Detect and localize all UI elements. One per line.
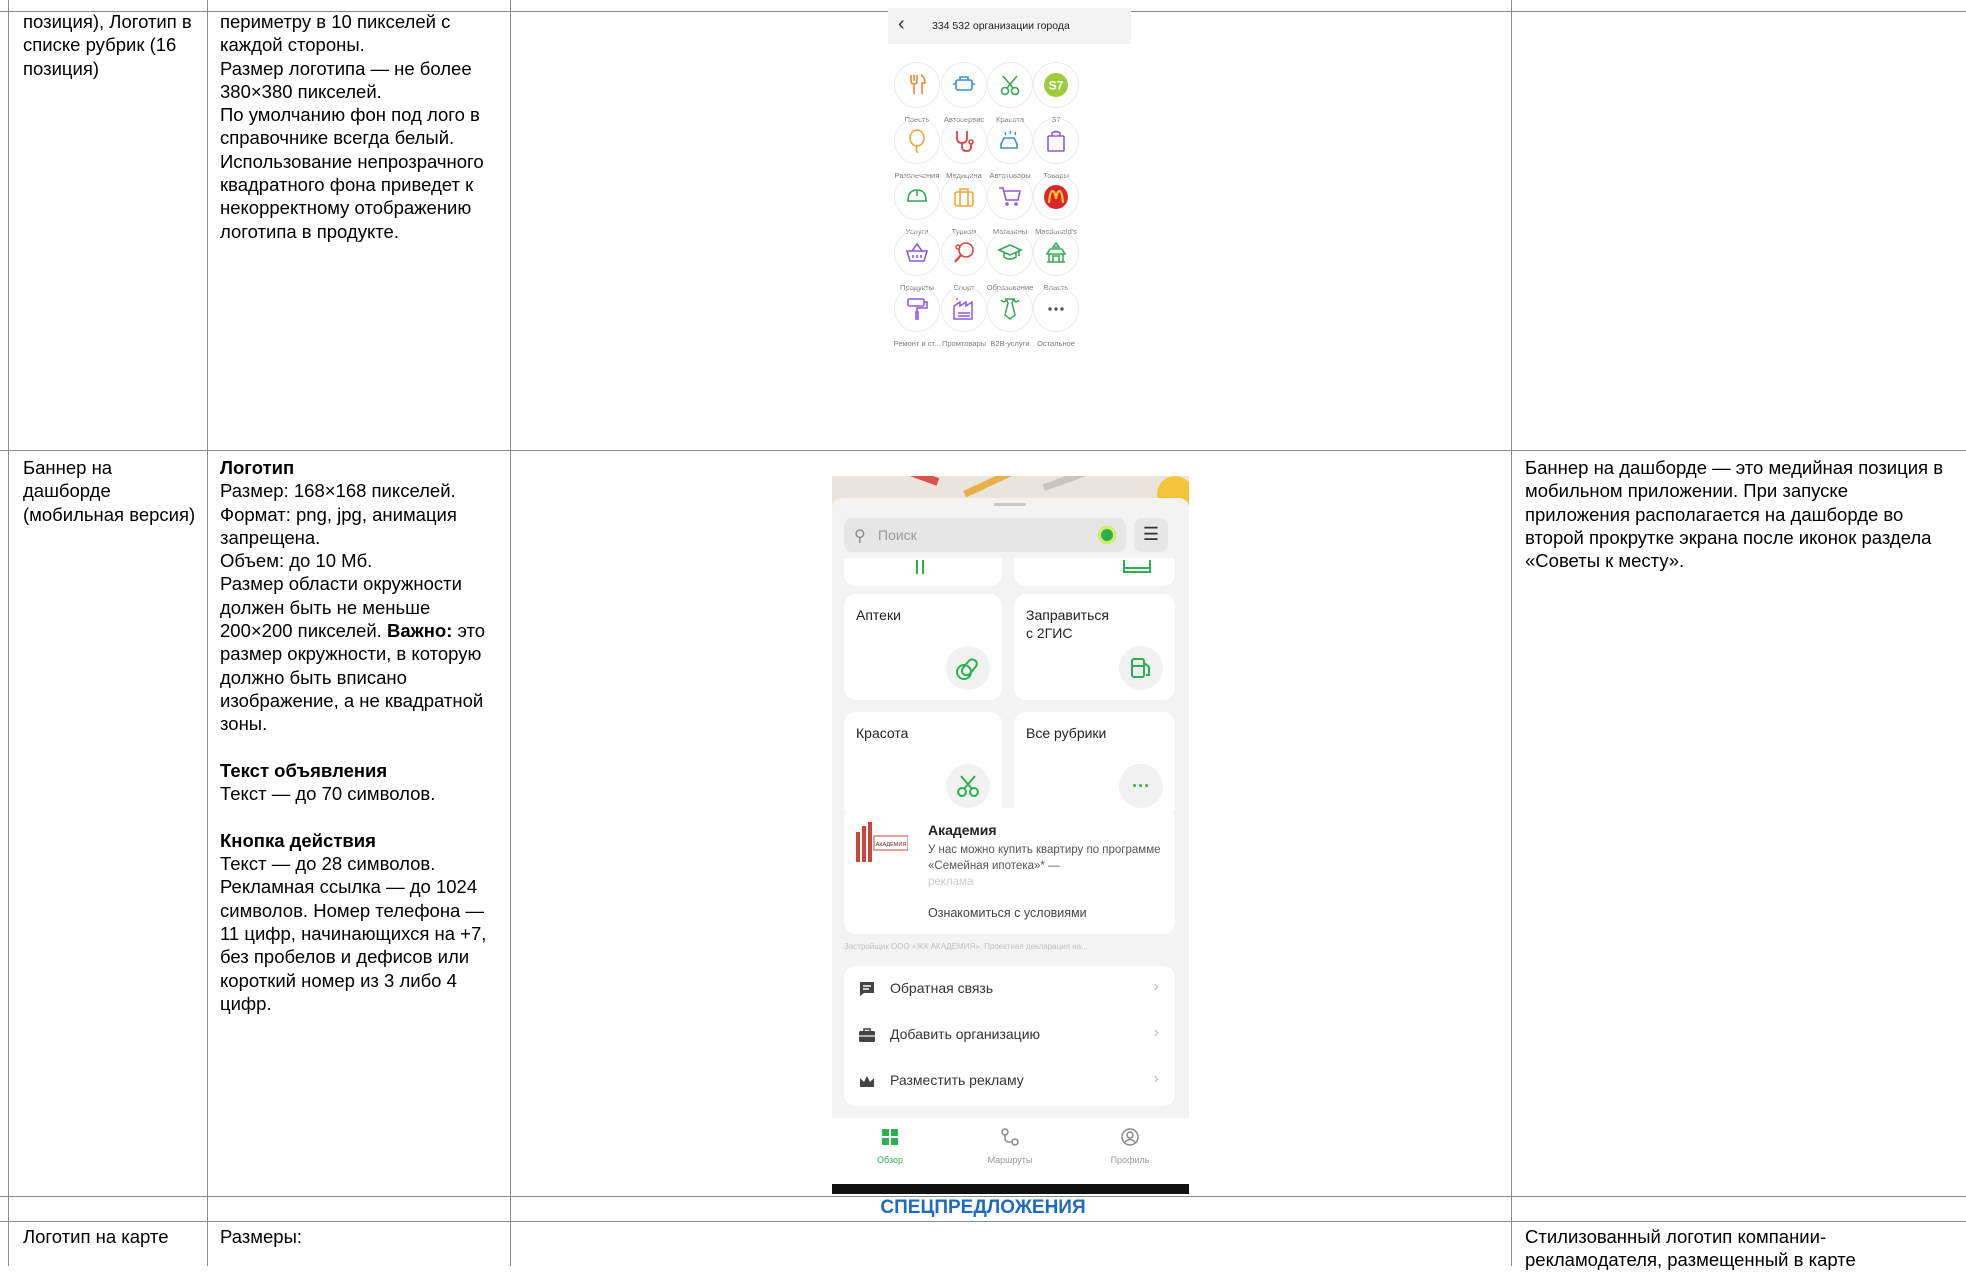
menu-item-feedback[interactable]: Обратная связь › xyxy=(844,966,1175,1012)
more-dots-icon xyxy=(1033,286,1079,332)
row1-placement: позиция), Логотип в списке рубрик (16 по… xyxy=(23,10,203,80)
tile-beauty[interactable]: Красота xyxy=(844,712,1002,818)
table-divider-2 xyxy=(510,0,511,1266)
svg-text:АКАДЕМИЯ: АКАДЕМИЯ xyxy=(876,842,907,848)
tab-overview-label: Обзор xyxy=(877,1155,903,1165)
dashboard-screenshot: ⚲ Поиск ☰ Аптеки Заправиться с 2ГИС Крас… xyxy=(832,476,1189,1194)
fork-knife-icon xyxy=(916,560,924,574)
tile-all-categories-label: Все рубрики xyxy=(1026,725,1107,741)
category-item[interactable]: Остальное xyxy=(1026,286,1086,348)
tile-pharmacy-label: Аптеки xyxy=(856,607,901,623)
search-icon: ⚲ xyxy=(854,528,866,545)
drag-handle[interactable] xyxy=(994,503,1026,506)
ad-title: Академия xyxy=(928,822,997,838)
chevron-left-icon[interactable]: ‹ xyxy=(898,13,905,36)
tab-routes-label: Маршруты xyxy=(987,1155,1033,1165)
dashboard-sheet: ⚲ Поиск ☰ Аптеки Заправиться с 2ГИС Крас… xyxy=(832,498,1189,1194)
category-label: Остальное xyxy=(1037,339,1075,348)
row2-description: Баннер на дашборде — это медийная позици… xyxy=(1525,457,1944,572)
categories-header: ‹ 334 532 организации города xyxy=(888,8,1131,44)
s7-logo: S7 xyxy=(1033,62,1079,108)
tile-partial-left[interactable] xyxy=(844,558,1002,586)
row3-requirements: Размеры: xyxy=(220,1226,303,1247)
categories-title: 334 532 организации города xyxy=(932,20,1070,32)
ad-text: У нас можно купить квартиру по программе… xyxy=(928,842,1168,890)
pills-icon xyxy=(946,646,990,690)
dashboard-menu: Обратная связь › Добавить организацию › … xyxy=(844,966,1175,1106)
button-requirements: Текст — до 28 символов. Рекламная ссылка… xyxy=(220,853,487,1014)
logo-heading: Логотип xyxy=(220,457,295,478)
menu-item-add-organization-label: Добавить организацию xyxy=(890,1026,1041,1042)
row1-placement-text: позиция), Логотип в списке рубрик (16 по… xyxy=(23,11,192,79)
category-item[interactable]: S7 S7 xyxy=(1026,62,1086,124)
menu-item-advertise-label: Разместить рекламу xyxy=(890,1072,1024,1088)
tile-fuel-label: Заправиться с 2ГИС xyxy=(1026,607,1109,641)
ad-logo: АКАДЕМИЯ xyxy=(856,822,908,862)
tile-pharmacy[interactable]: Аптеки xyxy=(844,594,1002,700)
chevron-right-icon: › xyxy=(1153,1070,1159,1087)
menu-item-feedback-label: Обратная связь xyxy=(890,980,994,996)
row2-requirements: Логотип Размер: 168×168 пикселей. Формат… xyxy=(220,456,505,1015)
crown-icon xyxy=(860,1076,874,1087)
route-icon xyxy=(1001,1128,1019,1146)
ad-banner[interactable]: АКАДЕМИЯ Академия У нас можно купить ква… xyxy=(844,808,1175,934)
category-item[interactable]: Власть xyxy=(1026,230,1086,292)
profile-icon xyxy=(1121,1128,1139,1146)
bottom-tab-bar: Обзор Маршруты Профиль xyxy=(832,1118,1189,1194)
adtext-requirements: Текст — до 70 символов. xyxy=(220,783,436,805)
ad-legal-text: Застройщик ООО «ЖК АКАДЕМИЯ». Проектная … xyxy=(844,942,1088,951)
svg-text:S7: S7 xyxy=(1049,79,1064,93)
fuel-pump-icon xyxy=(1119,646,1163,690)
ad-marker: реклама xyxy=(928,876,974,888)
adtext-heading: Текст объявления xyxy=(220,759,388,781)
ad-text-body: У нас можно купить квартиру по программе… xyxy=(928,844,1161,872)
scissors-icon xyxy=(946,764,990,808)
search-input[interactable]: ⚲ Поиск xyxy=(844,518,1126,552)
row-divider-3 xyxy=(0,1221,1966,1222)
logo-requirements: Размер: 168×168 пикселей. Формат: png, j… xyxy=(220,479,505,735)
more-dots-icon: ··· xyxy=(1119,764,1163,808)
hamburger-icon[interactable]: ☰ xyxy=(1134,518,1168,552)
bed-icon xyxy=(1123,560,1151,573)
row1-requirements: периметру в 10 пикселей с каждой стороны… xyxy=(220,11,484,242)
home-indicator-bar xyxy=(832,1184,1189,1194)
chat-icon xyxy=(860,982,874,996)
row2-placement: Баннер на дашборде (мобильная версия) xyxy=(23,457,196,525)
search-placeholder: Поиск xyxy=(878,527,917,543)
tab-profile-label: Профиль xyxy=(1110,1155,1150,1165)
row3-placement: Логотип на карте xyxy=(23,1226,169,1247)
tile-beauty-label: Красота xyxy=(856,725,909,741)
tab-profile[interactable]: Профиль xyxy=(1090,1126,1170,1165)
briefcase-icon xyxy=(859,1028,875,1042)
row-divider-1 xyxy=(0,450,1966,451)
mcdonalds-logo xyxy=(1033,174,1079,220)
chevron-right-icon: › xyxy=(1153,1024,1159,1041)
tab-overview[interactable]: Обзор xyxy=(850,1126,930,1165)
ad-action-button[interactable]: Ознакомиться с условиями xyxy=(928,906,1087,920)
row3-description: Стилизованный логотип компании-рекламода… xyxy=(1525,1226,1856,1271)
table-divider-3 xyxy=(1511,0,1512,1266)
section-title: СПЕЦПРЕДЛОЖЕНИЯ xyxy=(880,1197,1086,1218)
tile-partial-right[interactable] xyxy=(1014,558,1175,586)
logo-text-1: Размер: 168×168 пикселей. Формат: png, j… xyxy=(220,480,462,642)
tab-routes[interactable]: Маршруты xyxy=(970,1126,1050,1165)
button-heading: Кнопка действия xyxy=(220,829,376,851)
bag-icon xyxy=(1033,118,1079,164)
categories-screenshot: ‹ 334 532 организации города Поесть Автос… xyxy=(888,8,1131,425)
category-item[interactable]: Macdonald's xyxy=(1026,174,1086,236)
menu-item-advertise[interactable]: Разместить рекламу › xyxy=(844,1058,1175,1104)
tile-fuel[interactable]: Заправиться с 2ГИС xyxy=(1014,594,1175,700)
grid-icon xyxy=(882,1129,898,1145)
voice-assistant-icon[interactable] xyxy=(1098,526,1116,544)
category-item[interactable]: Товары xyxy=(1026,118,1086,180)
chevron-right-icon: › xyxy=(1153,978,1159,995)
table-border-left xyxy=(8,0,9,1266)
government-icon xyxy=(1033,230,1079,276)
menu-item-add-organization[interactable]: Добавить организацию › xyxy=(844,1012,1175,1058)
logo-important: Важно: xyxy=(386,620,453,642)
tile-all-categories[interactable]: Все рубрики ··· xyxy=(1014,712,1175,818)
table-divider-1 xyxy=(207,0,208,1266)
